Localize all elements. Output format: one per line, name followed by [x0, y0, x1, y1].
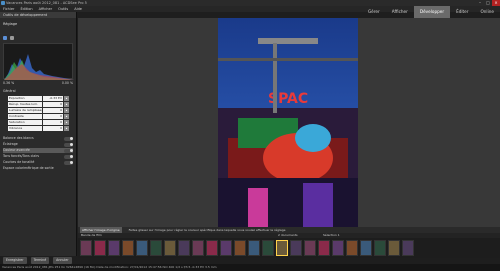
- presets-icon[interactable]: [3, 36, 7, 40]
- property-value[interactable]: 0: [43, 108, 63, 113]
- histogram-graph: [4, 54, 74, 80]
- section-output-colorspace[interactable]: Espace colorimétrique de sortie: [3, 166, 73, 171]
- property-value[interactable]: 0: [43, 114, 63, 119]
- filmstrip-thumbnail[interactable]: [136, 240, 148, 256]
- toggle-switch[interactable]: [64, 142, 73, 147]
- photo-preview[interactable]: SPAC: [218, 18, 358, 227]
- toggle-switch[interactable]: [64, 160, 73, 165]
- property-label: Vibrance: [8, 126, 42, 131]
- property-highlights[interactable]: Récup. hautes lum. 0 ▴: [8, 102, 70, 107]
- property-exposure[interactable]: Exposition -0.33 EV ▴: [8, 96, 70, 101]
- undo-icon[interactable]: [10, 36, 14, 40]
- app-icon: [1, 1, 5, 5]
- tab-manage[interactable]: Gérer: [362, 6, 386, 18]
- section-white-balance[interactable]: Balance des blancs: [3, 136, 73, 141]
- section-label: Tons foncés/Tons clairs: [3, 154, 40, 158]
- status-text: Vacances Paris août 2012_081.JPG 251 Ko …: [2, 265, 217, 269]
- filmstrip-thumbnail[interactable]: [248, 240, 260, 256]
- histogram: [3, 43, 74, 80]
- panel-title: Outils de développement: [0, 12, 76, 18]
- stepper-icon[interactable]: ▴: [64, 126, 69, 131]
- develop-tools-panel: Outils de développement Réglage 0.36 % 0…: [0, 12, 77, 256]
- filmstrip-thumbnail[interactable]: [276, 240, 288, 256]
- section-lighting[interactable]: Éclairage: [3, 142, 73, 147]
- section-tone-curves[interactable]: Courbes de tonalité: [3, 160, 73, 165]
- stepper-icon[interactable]: ▴: [64, 96, 69, 101]
- property-value[interactable]: -0.33 EV: [43, 96, 63, 101]
- section-label: Couleur avancée: [3, 148, 30, 152]
- section-shadows-highlights[interactable]: Tons foncés/Tons clairs: [3, 154, 73, 159]
- filmstrip-thumbnail[interactable]: [262, 240, 274, 256]
- property-value[interactable]: 0: [43, 126, 63, 131]
- filmstrip-thumbnail[interactable]: [108, 240, 120, 256]
- section-advanced-color[interactable]: Couleur avancée: [3, 148, 73, 153]
- section-label: Courbes de tonalité: [3, 160, 35, 164]
- property-label: Saturation: [8, 120, 42, 125]
- filmstrip-thumbnail[interactable]: [360, 240, 372, 256]
- filmstrip-thumbnail[interactable]: [94, 240, 106, 256]
- property-contrast[interactable]: Contraste 0 ▴: [8, 114, 70, 119]
- photo-image: SPAC: [218, 18, 358, 227]
- filmstrip-title: Bande de film: [81, 233, 102, 237]
- image-viewer: SPAC: [78, 18, 500, 227]
- histogram-toolbar: [3, 36, 14, 40]
- filmstrip-thumbnail[interactable]: [346, 240, 358, 256]
- filmstrip-thumbnail[interactable]: [290, 240, 302, 256]
- filmstrip-thumbnail[interactable]: [122, 240, 134, 256]
- save-button[interactable]: Enregistrer: [3, 257, 27, 264]
- status-bar: Vacances Paris août 2012_081.JPG 251 Ko …: [0, 264, 500, 271]
- property-label: Récup. hautes lum.: [8, 102, 42, 107]
- toggle-switch[interactable]: [64, 148, 73, 153]
- filmstrip-thumbnail[interactable]: [234, 240, 246, 256]
- toggle-switch[interactable]: [64, 154, 73, 159]
- filmstrip: [78, 238, 500, 258]
- section-general[interactable]: Général: [3, 89, 73, 94]
- filmstrip-thumbnail[interactable]: [388, 240, 400, 256]
- stepper-icon[interactable]: ▴: [64, 120, 69, 125]
- tab-view[interactable]: Afficher: [386, 6, 414, 18]
- toggle-switch[interactable]: [64, 136, 73, 141]
- tab-online[interactable]: Online: [474, 6, 500, 18]
- section-label: Espace colorimétrique de sortie: [3, 166, 54, 170]
- app-window: Vacances Paris août 2012_081 - ACDSee Pr…: [0, 0, 500, 271]
- property-value[interactable]: 0: [43, 120, 63, 125]
- filmstrip-thumbnail[interactable]: [192, 240, 204, 256]
- filmstrip-thumbnail[interactable]: [374, 240, 386, 256]
- filmstrip-thumbnail[interactable]: [332, 240, 344, 256]
- property-fill-light[interactable]: Lumière de remplissage 0 ▴: [8, 108, 70, 113]
- property-label: Contraste: [8, 114, 42, 119]
- window-title: Vacances Paris août 2012_081 - ACDSee Pr…: [6, 1, 87, 5]
- mode-tabs: Gérer Afficher Développer Éditer Online: [362, 6, 500, 18]
- shadow-clip-value: 0.36 %: [3, 81, 15, 85]
- filmstrip-thumbnail[interactable]: [402, 240, 414, 256]
- filmstrip-thumbnail[interactable]: [80, 240, 92, 256]
- filmstrip-thumbnail[interactable]: [206, 240, 218, 256]
- stepper-icon[interactable]: ▴: [64, 114, 69, 119]
- section-label: Éclairage: [3, 142, 18, 146]
- cancel-button[interactable]: Annuler: [53, 257, 72, 264]
- section-tune[interactable]: Réglage: [0, 21, 76, 27]
- property-saturation[interactable]: Saturation 0 ▴: [8, 120, 70, 125]
- panel-actions: Enregistrer Terminé Annuler: [3, 257, 72, 264]
- section-general-label: Général: [3, 89, 16, 93]
- filmstrip-thumbnail[interactable]: [178, 240, 190, 256]
- stepper-icon[interactable]: ▴: [64, 102, 69, 107]
- highlight-clip-value: 0.00 %: [61, 81, 73, 85]
- section-label: Balance des blancs: [3, 136, 34, 140]
- filmstrip-thumbnail[interactable]: [220, 240, 232, 256]
- property-label: Exposition: [8, 96, 42, 101]
- property-vibrance[interactable]: Vibrance 0 ▴: [8, 126, 70, 131]
- filmstrip-thumbnail[interactable]: [164, 240, 176, 256]
- done-button[interactable]: Terminé: [30, 257, 50, 264]
- filmstrip-thumbnail[interactable]: [318, 240, 330, 256]
- property-label: Lumière de remplissage: [8, 108, 42, 113]
- filmstrip-thumbnail[interactable]: [304, 240, 316, 256]
- tab-develop[interactable]: Développer: [413, 6, 451, 18]
- histogram-clipping: 0.36 % 0.00 %: [3, 81, 73, 85]
- property-value[interactable]: 0: [43, 102, 63, 107]
- hint-message: Faites glisser sur l'image pour régler l…: [128, 228, 286, 232]
- stepper-icon[interactable]: ▴: [64, 108, 69, 113]
- filmstrip-thumbnail[interactable]: [150, 240, 162, 256]
- tab-edit[interactable]: Éditer: [450, 6, 474, 18]
